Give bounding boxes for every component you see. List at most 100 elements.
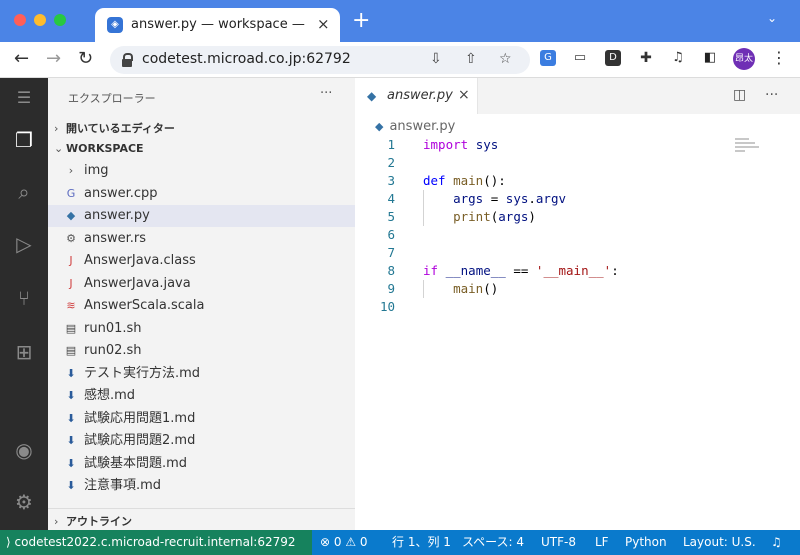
breadcrumb[interactable]: ◆ answer.py — [375, 119, 455, 134]
more-actions-icon[interactable]: ··· — [320, 86, 332, 101]
python-icon: ◆ — [66, 209, 76, 222]
rust-icon: ⚙ — [66, 231, 76, 245]
file-item[interactable]: ≋ AnswerScala.scala — [48, 295, 355, 317]
remote-icon: ⟩ — [6, 535, 11, 549]
file-item[interactable]: ⬇ 試験応用問題1.md — [48, 408, 355, 430]
bookmark-star-icon[interactable]: ☆ — [499, 51, 512, 67]
python-icon: ◆ — [367, 89, 377, 103]
file-item[interactable]: ⬇ 試験基本問題.md — [48, 453, 355, 475]
browser-tab-strip: ◈ answer.py — workspace — Code × + ⌄ — [0, 0, 800, 42]
reload-icon[interactable]: ↻ — [78, 48, 93, 69]
minimize-window-button[interactable] — [34, 14, 46, 26]
account-icon[interactable]: ◉ — [12, 438, 36, 462]
close-tab-icon[interactable]: × — [317, 15, 330, 33]
side-panel-icon[interactable]: ◧ — [702, 50, 718, 66]
new-tab-button[interactable]: + — [352, 9, 370, 33]
markdown-icon: ⬇ — [66, 389, 76, 402]
avatar[interactable]: 昂太 — [733, 48, 755, 70]
indentation[interactable]: スペース: 4 — [462, 530, 524, 555]
line-number: 3 — [387, 173, 395, 188]
shell-icon: ▤ — [65, 321, 77, 335]
open-editors-section[interactable]: › 開いているエディター — [54, 120, 175, 136]
lock-icon — [122, 53, 133, 67]
file-item[interactable]: ▤ run02.sh — [48, 340, 355, 362]
close-editor-icon[interactable]: × — [458, 87, 470, 103]
cursor-position[interactable]: 行 1、列 1 — [392, 530, 451, 555]
file-name: AnswerJava.class — [84, 253, 196, 268]
markdown-icon: ⬇ — [66, 434, 76, 447]
java-icon: J — [69, 254, 73, 267]
workspace-section[interactable]: ⌄ WORKSPACE — [54, 142, 144, 155]
keyboard-layout[interactable]: Layout: U.S. — [683, 530, 756, 555]
file-name: テスト実行方法.md — [84, 365, 201, 381]
file-item[interactable]: ▤ run01.sh — [48, 318, 355, 340]
outline-section[interactable]: › アウトライン — [48, 508, 355, 530]
translate-extension-icon[interactable]: G — [540, 50, 556, 66]
language-mode[interactable]: Python — [625, 530, 667, 555]
file-item[interactable]: J AnswerJava.class — [48, 250, 355, 272]
remote-indicator[interactable]: ⟩ codetest2022.c.microad-recruit.interna… — [0, 530, 312, 555]
file-item[interactable]: › img — [48, 160, 355, 182]
scala-icon: ≋ — [66, 299, 76, 312]
menu-kebab-icon[interactable]: ⋮ — [771, 48, 787, 67]
run-debug-icon[interactable]: ▷ — [12, 232, 36, 256]
chevron-right-icon: › — [54, 515, 59, 528]
file-item[interactable]: J AnswerJava.java — [48, 273, 355, 295]
install-app-icon[interactable]: ⇩ — [430, 51, 442, 67]
vscode-favicon-icon: ◈ — [107, 17, 123, 33]
file-item[interactable]: Ganswer.cpp — [48, 183, 355, 205]
line-number: 9 — [387, 281, 395, 296]
back-icon[interactable]: ← — [14, 48, 29, 69]
file-item[interactable]: ⬇ 試験応用問題2.md — [48, 430, 355, 452]
close-window-button[interactable] — [14, 14, 26, 26]
notifications-bell-icon[interactable]: ♫ — [771, 530, 782, 555]
activity-bar: ☰ ❐ ⌕ ▷ ⑂ ⊞ ◉ ⚙ — [0, 78, 48, 530]
file-item[interactable]: ◆ answer.py — [48, 205, 355, 227]
menu-hamburger-icon[interactable]: ☰ — [12, 86, 36, 110]
file-name: run01.sh — [84, 320, 142, 336]
code-line: if __name__ == '__main__': — [423, 263, 619, 278]
media-control-icon[interactable]: ♫ — [670, 50, 686, 66]
markdown-icon: ⬇ — [66, 479, 76, 492]
line-number: 6 — [387, 227, 395, 242]
problems-indicator[interactable]: ⊗ 0 ⚠ 0 — [320, 530, 368, 555]
file-item[interactable]: ⬇ 注意事項.md — [48, 475, 355, 497]
line-number: 7 — [387, 245, 395, 260]
browser-tab[interactable]: ◈ answer.py — workspace — Code × — [95, 8, 340, 42]
share-icon[interactable]: ⇧ — [465, 51, 477, 67]
search-icon[interactable]: ⌕ — [12, 180, 36, 204]
address-bar[interactable]: codetest.microad.co.jp:62792 ⇩ ⇧ ☆ — [110, 46, 530, 74]
cast-icon[interactable]: ▭ — [572, 50, 588, 66]
source-control-icon[interactable]: ⑂ — [12, 286, 36, 310]
file-name: run02.sh — [84, 343, 142, 358]
file-name: answer.rs — [84, 230, 147, 246]
shell-icon: ▤ — [65, 344, 77, 357]
file-item[interactable]: ⬇ テスト実行方法.md — [48, 363, 355, 385]
file-name: AnswerJava.java — [84, 275, 191, 291]
extensions-icon[interactable]: ⊞ — [12, 340, 36, 364]
end-of-line[interactable]: LF — [595, 530, 609, 555]
settings-gear-icon[interactable]: ⚙ — [12, 490, 36, 514]
d-extension-icon[interactable]: D — [605, 50, 621, 66]
line-number: 5 — [387, 209, 395, 224]
encoding[interactable]: UTF-8 — [541, 530, 576, 555]
tab-search-chevron-icon[interactable]: ⌄ — [767, 11, 777, 25]
editor-more-icon[interactable]: ··· — [765, 87, 778, 103]
address-url[interactable]: codetest.microad.co.jp:62792 — [142, 51, 351, 67]
file-item[interactable]: ⬇ 感想.md — [48, 385, 355, 407]
forward-icon[interactable]: → — [46, 48, 61, 69]
explorer-sidebar: エクスプローラー ··· › 開いているエディター ⌄ WORKSPACE › img… — [48, 78, 355, 530]
code-line: import sys — [423, 137, 499, 152]
code-line: def main(): — [423, 173, 506, 188]
extensions-puzzle-icon[interactable]: ✚ — [638, 50, 654, 66]
explorer-icon[interactable]: ❐ — [12, 128, 36, 152]
markdown-icon: ⬇ — [66, 411, 76, 425]
minimap[interactable] — [735, 136, 765, 156]
split-editor-icon[interactable]: ◫ — [733, 87, 746, 103]
zoom-window-button[interactable] — [54, 14, 66, 26]
file-name: answer.py — [84, 208, 150, 223]
chevron-down-icon: ⌄ — [54, 142, 64, 155]
file-item[interactable]: ⚙ answer.rs — [48, 228, 355, 250]
cpp-icon: G — [66, 186, 76, 200]
editor-tab-answer-py[interactable]: ◆ answer.py × — [355, 78, 478, 114]
